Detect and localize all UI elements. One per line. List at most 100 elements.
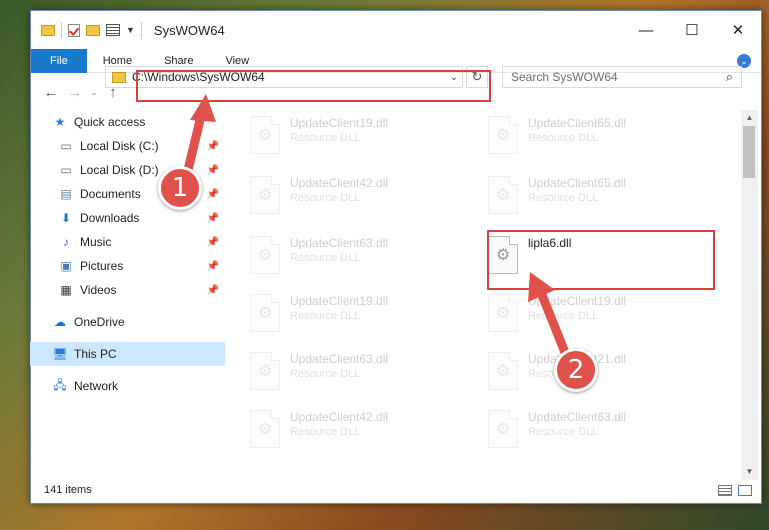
dll-file-icon: ⚙ [488, 410, 518, 448]
customize-dropdown-icon[interactable]: ▼ [126, 25, 135, 35]
separator [140, 22, 142, 38]
properties-icon[interactable] [106, 24, 120, 36]
status-bar: 141 items [30, 478, 762, 502]
file-type: Resource DLL [290, 310, 361, 322]
file-name: UpdateClient65.dll [528, 176, 627, 190]
item-count: 141 items [44, 484, 92, 496]
step-marker-2: 2 [554, 348, 598, 392]
checkmark-icon[interactable] [68, 23, 80, 37]
list-item[interactable]: ⚙ UpdateClient19.dll Resource DLL [240, 110, 460, 168]
list-item[interactable]: ⚙ UpdateClient42.dll Resource DLL [240, 404, 460, 462]
sidebar-item-label: Videos [80, 283, 117, 297]
sidebar-item-label: Quick access [74, 115, 146, 129]
file-name: UpdateClient19.dll [290, 116, 389, 130]
details-view-icon[interactable] [718, 484, 732, 496]
list-item[interactable]: ⚙ UpdateClient42.dll Resource DLL [240, 170, 460, 228]
file-info: UpdateClient19.dll Resource DLL [290, 288, 388, 322]
file-type: Resource DLL [290, 132, 361, 144]
refresh-button[interactable]: ↻ [466, 66, 488, 88]
music-icon: ♪ [63, 235, 69, 249]
cloud-icon: ☁ [54, 315, 66, 329]
quick-access-toolbar: ▼ [31, 22, 142, 38]
documents-icon: ▤ [60, 187, 72, 201]
scroll-thumb[interactable] [743, 126, 755, 178]
sidebar-item-downloads[interactable]: ⬇ Downloads 📌 [30, 206, 225, 230]
sidebar-item-quick-access[interactable]: ★ Quick access [30, 110, 225, 134]
dll-file-icon: ⚙ [488, 116, 518, 154]
sidebar-item-label: Local Disk (C:) [80, 139, 159, 153]
star-icon: ★ [54, 115, 66, 129]
sidebar-item-label: Pictures [80, 259, 124, 273]
pin-icon[interactable]: 📌 [207, 261, 219, 272]
file-info: UpdateClient65.dll Resource DLL [528, 110, 626, 144]
scroll-up-icon[interactable]: ▲ [741, 110, 758, 126]
file-type: Resource DLL [528, 310, 599, 322]
address-bar[interactable]: C:\Windows\SysWOW64 ⌄ [105, 66, 463, 88]
recent-locations-icon[interactable]: ⌄ [87, 87, 101, 98]
folder-icon[interactable] [41, 24, 55, 36]
file-info: UpdateClient19.dll Resource DLL [290, 110, 388, 144]
sidebar-item-this-pc[interactable]: 🖥 This PC [30, 342, 225, 366]
file-info: UpdateClient63.dll Resource DLL [290, 230, 388, 264]
address-path[interactable]: C:\Windows\SysWOW64 [132, 70, 446, 84]
search-input[interactable] [511, 70, 726, 84]
dll-file-icon: ⚙ [488, 352, 518, 390]
sidebar-item-videos[interactable]: ▦ Videos 📌 [30, 278, 225, 302]
file-info: UpdateClient42.dll Resource DLL [290, 170, 388, 204]
navigation-pane: ★ Quick access ▭ Local Disk (C:) 📌 ▭ Loc… [30, 110, 225, 462]
forward-arrow-icon[interactable]: → [63, 84, 87, 101]
sidebar-item-music[interactable]: ♪ Music 📌 [30, 230, 225, 254]
sidebar-item-network[interactable]: 🖧 Network [30, 374, 225, 398]
dll-file-icon: ⚙ [250, 236, 280, 274]
new-folder-icon[interactable] [86, 24, 100, 36]
list-item[interactable]: ⚙ UpdateClient63.dll Resource DLL [240, 346, 460, 404]
search-box[interactable]: ⌕ [502, 66, 742, 88]
pin-icon[interactable]: 📌 [207, 285, 219, 296]
list-item[interactable]: ⚙ UpdateClient63.dll Resource DLL [478, 404, 698, 462]
file-type: Resource DLL [290, 252, 361, 264]
sidebar-item-pictures[interactable]: ▣ Pictures 📌 [30, 254, 225, 278]
list-item[interactable]: ⚙ UpdateClient19.dll Resource DLL [240, 288, 460, 346]
dll-file-icon: ⚙ [250, 116, 280, 154]
drive-icon: ▭ [60, 139, 72, 153]
list-item[interactable]: ⚙ UpdateClient63.dll Resource DLL [240, 230, 460, 288]
list-item-lipla6-dll[interactable]: ⚙ lipla6.dll [478, 230, 698, 288]
file-info: UpdateClient65.dll Resource DLL [528, 170, 626, 204]
file-info: UpdateClient42.dll Resource DLL [290, 404, 388, 438]
list-item[interactable]: ⚙ UpdateClient19.dll Resource DLL [478, 288, 698, 346]
sidebar-item-label: Downloads [80, 211, 140, 225]
pin-icon[interactable]: 📌 [207, 189, 219, 200]
chevron-down-icon[interactable]: ⌄ [446, 72, 462, 83]
file-name: UpdateClient19.dll [290, 294, 389, 308]
list-item[interactable]: ⚙ UpdateClient65.dll Resource DLL [478, 110, 698, 168]
videos-icon: ▦ [60, 283, 72, 297]
minimize-button[interactable]: — [623, 11, 669, 49]
pin-icon[interactable]: 📌 [207, 237, 219, 248]
back-arrow-icon[interactable]: ← [39, 84, 63, 101]
sidebar-item-onedrive[interactable]: ☁ OneDrive [30, 310, 225, 334]
file-info: lipla6.dll [528, 230, 571, 252]
close-button[interactable]: ✕ [715, 11, 761, 49]
drive-icon: ▭ [60, 163, 72, 177]
file-type: Resource DLL [528, 132, 599, 144]
sidebar-item-local-disk-c[interactable]: ▭ Local Disk (C:) 📌 [30, 134, 225, 158]
tab-file[interactable]: File [31, 48, 87, 73]
pin-icon[interactable]: 📌 [207, 213, 219, 224]
file-type: Resource DLL [528, 426, 599, 438]
vertical-scrollbar[interactable]: ▲ ▼ [741, 110, 758, 480]
file-name: UpdateClient42.dll [290, 410, 389, 424]
file-type: Resource DLL [290, 368, 361, 380]
window-controls: — ☐ ✕ [623, 11, 761, 49]
tiles-view-icon[interactable] [738, 484, 752, 496]
list-item[interactable]: ⚙ UpdateClient65.dll Resource DLL [478, 170, 698, 228]
sidebar-item-label: Network [74, 379, 119, 393]
search-icon[interactable]: ⌕ [726, 69, 733, 85]
pin-icon[interactable]: 📌 [207, 141, 219, 152]
sidebar-item-label: Documents [80, 187, 141, 201]
pin-icon[interactable]: 📌 [207, 165, 219, 176]
file-info: UpdateClient63.dll Resource DLL [290, 346, 388, 380]
maximize-button[interactable]: ☐ [669, 11, 715, 49]
